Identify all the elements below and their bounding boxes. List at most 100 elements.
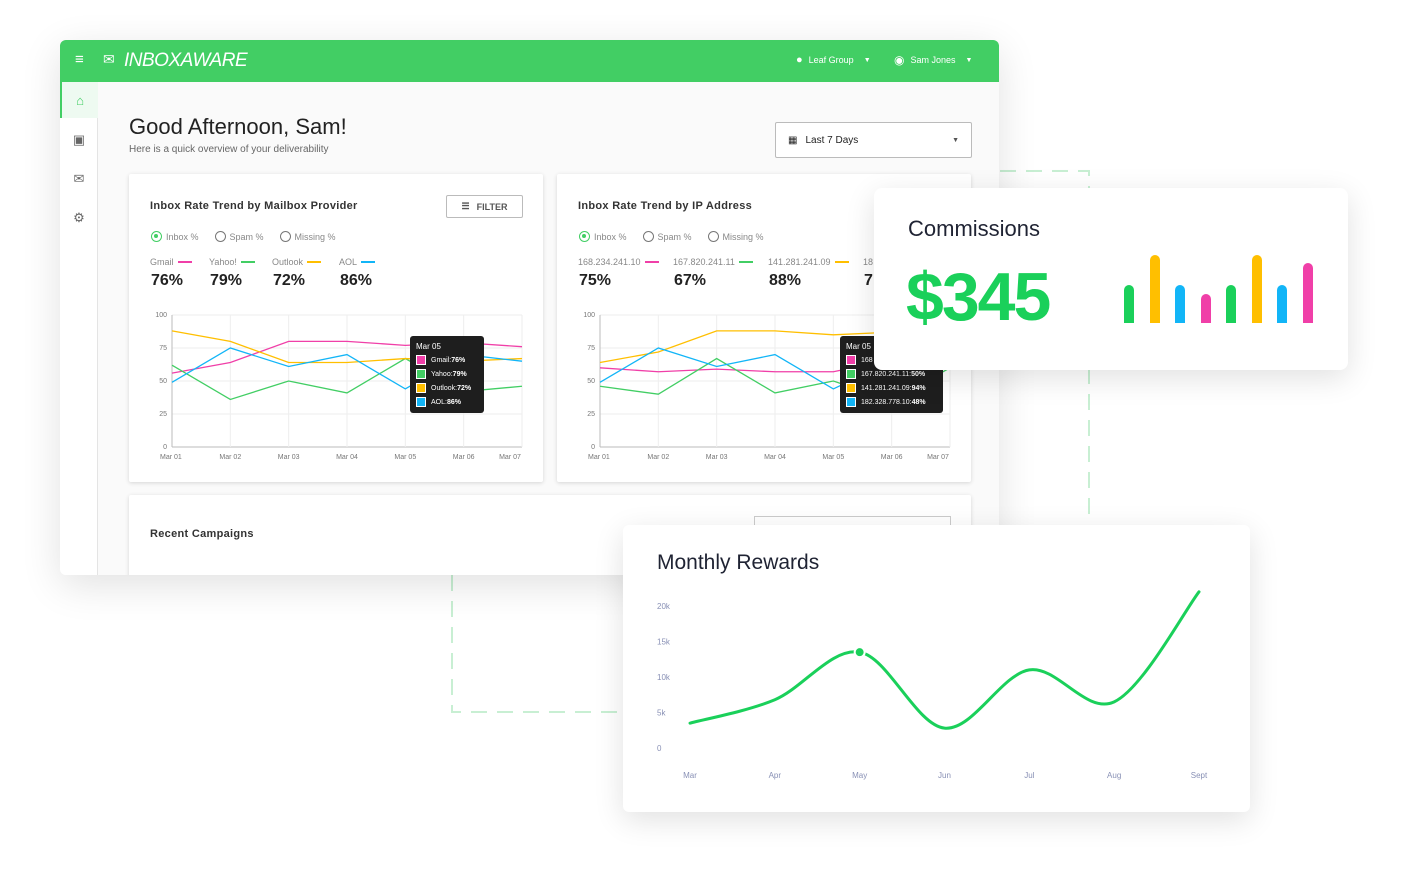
x-tick-label: Mar 01 bbox=[588, 454, 610, 461]
x-tick-label: Mar 04 bbox=[336, 454, 358, 461]
commission-bar bbox=[1302, 263, 1313, 323]
tooltip-value: 86% bbox=[446, 398, 461, 406]
x-tick-label: Mar 05 bbox=[822, 454, 844, 461]
user-menu[interactable]: ◉ Sam Jones ▼ bbox=[894, 53, 972, 67]
commissions-card: Commissions $345 bbox=[874, 188, 1348, 370]
location-icon: ● bbox=[796, 54, 803, 66]
tooltip-value: 94% bbox=[911, 384, 926, 392]
mail-settings-icon: ✉ bbox=[73, 171, 85, 186]
y-tick-label: 50 bbox=[587, 378, 595, 385]
commission-bar bbox=[1200, 294, 1211, 323]
org-select[interactable]: ● Leaf Group ▼ bbox=[796, 54, 871, 66]
brand-logo[interactable]: INBOXAWARE bbox=[124, 50, 248, 72]
x-tick-label: Mar 07 bbox=[499, 454, 521, 461]
gear-icon: ⚙ bbox=[73, 210, 85, 225]
user-name: Sam Jones bbox=[910, 55, 956, 65]
calendar-icon: ▦ bbox=[788, 134, 798, 146]
tooltip-label: Gmail: bbox=[431, 356, 452, 364]
tooltip-label: Outlook: bbox=[431, 384, 458, 392]
y-tick-label: 0 bbox=[163, 444, 167, 451]
commissions-bars bbox=[1124, 248, 1324, 323]
page-subtitle: Here is a quick overview of your deliver… bbox=[129, 144, 329, 155]
commission-bar bbox=[1175, 285, 1185, 323]
x-tick-label: Mar 04 bbox=[764, 454, 786, 461]
date-range-value: Last 7 Days bbox=[805, 134, 859, 146]
y-tick-label: 0 bbox=[657, 744, 662, 753]
inbox-icon: ▣ bbox=[72, 132, 86, 147]
x-tick-label: Mar 07 bbox=[927, 454, 949, 461]
y-tick-label: 100 bbox=[155, 312, 167, 319]
y-tick-label: 75 bbox=[159, 345, 167, 352]
tooltip-row: Outlook: 72% bbox=[416, 383, 478, 393]
tooltip-label: AOL: bbox=[431, 398, 447, 406]
x-tick-label: Mar 03 bbox=[706, 454, 728, 461]
chart-tooltip: Mar 05 Gmail: 76% Yahoo: 79% Outlook: 72% AO… bbox=[410, 336, 484, 413]
tooltip-swatch bbox=[416, 355, 426, 365]
x-tick-label: May bbox=[852, 771, 867, 780]
x-tick-label: Aug bbox=[1107, 771, 1121, 780]
x-tick-label: Mar 03 bbox=[278, 454, 300, 461]
date-range-select[interactable]: ▦ Last 7 Days ▼ bbox=[775, 122, 972, 158]
chevron-down-icon: ▼ bbox=[952, 136, 959, 144]
tooltip-label: 168 bbox=[861, 356, 873, 364]
tooltip-title: Mar 05 bbox=[416, 342, 441, 351]
x-tick-label: Mar 02 bbox=[219, 454, 241, 461]
highlight-point[interactable] bbox=[853, 646, 866, 659]
org-name: Leaf Group bbox=[808, 55, 854, 65]
tooltip-swatch bbox=[416, 369, 426, 379]
commission-bar bbox=[1226, 285, 1236, 323]
dashboard-window: ≡ ✉ INBOXAWARE ● Leaf Group ▼ ◉ Sam Jones ▼ … bbox=[60, 40, 999, 575]
x-tick-label: Jul bbox=[1024, 771, 1034, 780]
sidebar-item-settings[interactable]: ⚙ bbox=[60, 200, 98, 236]
sidebar: ⌂ ▣ ✉ ⚙ bbox=[60, 82, 98, 575]
top-bar: ≡ ✉ INBOXAWARE ● Leaf Group ▼ ◉ Sam Jones ▼ bbox=[60, 40, 999, 82]
x-tick-label: Mar 06 bbox=[881, 454, 903, 461]
commission-bar bbox=[1277, 285, 1287, 323]
home-icon: ⌂ bbox=[76, 92, 84, 108]
x-tick-label: Mar 02 bbox=[647, 454, 669, 461]
y-tick-label: 25 bbox=[159, 411, 167, 418]
tooltip-row: 167.820.241.11: 50% bbox=[846, 369, 937, 379]
monthly-rewards-chart: 0 5k 10k 15k 20k Mar Apr May Jun Jul Aug Sept bbox=[657, 590, 1208, 780]
x-tick-label: Mar 01 bbox=[160, 454, 182, 461]
account-icon: ◉ bbox=[894, 53, 905, 67]
page-title: Good Afternoon, Sam! bbox=[129, 114, 347, 139]
monthly-rewards-card: Monthly Rewards 0 5k 10k 15k 20k Mar Apr May Jun… bbox=[623, 525, 1250, 812]
commission-bar bbox=[1124, 285, 1134, 323]
y-tick-label: 100 bbox=[583, 312, 595, 319]
menu-icon[interactable]: ≡ bbox=[75, 51, 84, 68]
sidebar-item-inbox[interactable]: ▣ bbox=[60, 122, 98, 158]
tooltip-label: 182.328.778.10: bbox=[861, 398, 912, 406]
commissions-value: $345 bbox=[906, 259, 1051, 335]
commission-bar bbox=[1251, 255, 1262, 323]
tooltip-value: 48% bbox=[911, 398, 926, 406]
chevron-down-icon: ▼ bbox=[863, 56, 871, 64]
y-tick-label: 10k bbox=[657, 673, 671, 682]
tooltip-row: Yahoo: 79% bbox=[416, 369, 478, 379]
tooltip-row: AOL: 86% bbox=[416, 397, 478, 407]
mailbox-provider-card: Inbox Rate Trend by Mailbox Provider ☰ FIL… bbox=[129, 174, 543, 482]
tooltip-row: Gmail: 76% bbox=[416, 355, 478, 365]
sidebar-item-home[interactable]: ⌂ bbox=[60, 82, 98, 118]
chevron-down-icon: ▼ bbox=[965, 56, 973, 64]
commissions-title: Commissions bbox=[908, 216, 1041, 241]
sidebar-item-mail[interactable]: ✉ bbox=[60, 161, 98, 197]
y-tick-label: 5k bbox=[657, 709, 666, 718]
rewards-line[interactable] bbox=[688, 590, 1201, 730]
tooltip-row: 182.328.778.10: 48% bbox=[846, 397, 937, 407]
x-tick-label: Mar 06 bbox=[453, 454, 475, 461]
y-tick-label: 25 bbox=[587, 411, 595, 418]
y-tick-label: 15k bbox=[657, 638, 671, 647]
x-tick-label: Mar 05 bbox=[394, 454, 416, 461]
tooltip-label: 141.281.241.09: bbox=[861, 384, 912, 392]
tooltip-swatch bbox=[416, 397, 426, 407]
tooltip-value: 50% bbox=[911, 370, 926, 378]
tooltip-label: 167.820.241.11: bbox=[861, 370, 912, 378]
tooltip-swatch bbox=[846, 369, 856, 379]
y-tick-label: 50 bbox=[159, 378, 167, 385]
tooltip-label: Yahoo: bbox=[431, 370, 453, 378]
tooltip-value: 76% bbox=[451, 356, 466, 364]
tooltip-swatch bbox=[846, 397, 856, 407]
tooltip-value: 72% bbox=[457, 384, 472, 392]
x-tick-label: Jun bbox=[938, 771, 951, 780]
